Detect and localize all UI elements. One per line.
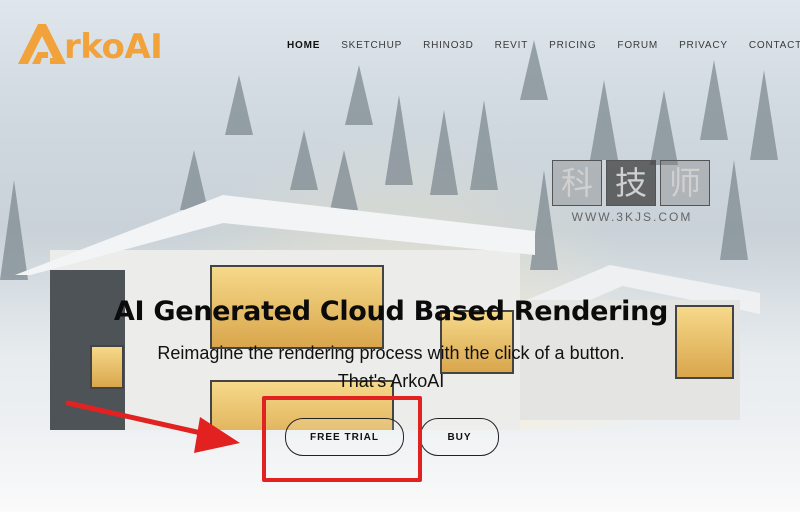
main-nav: HOME SKETCHUP RHINO3D REVIT PRICING FORU… [287,40,800,51]
nav-contact[interactable]: CONTACT [749,40,800,51]
watermark-char: 技 [606,160,656,206]
nav-revit[interactable]: REVIT [495,40,528,51]
tree [385,95,413,185]
watermark: 科 技 师 WWW.3KJS.COM [552,160,712,224]
logo-a-icon [18,22,66,64]
tree [0,180,28,280]
hero-subtitle: Reimagine the rendering process with the… [157,343,625,363]
watermark-char: 师 [660,160,710,206]
nav-forum[interactable]: FORUM [617,40,658,51]
logo[interactable]: rkoAI [18,22,163,67]
tree [700,60,728,140]
tree [430,110,458,195]
tree [720,160,748,260]
tree [650,90,678,165]
hero-tagline: That's ArkoAI [337,371,445,391]
nav-privacy[interactable]: PRIVACY [679,40,728,51]
tree [330,150,358,210]
nav-rhino3d[interactable]: RHINO3D [423,40,474,51]
hero-headline: AI Generated Cloud Based Rendering [113,296,669,327]
nav-sketchup[interactable]: SKETCHUP [341,40,402,51]
tree [590,80,618,160]
nav-pricing[interactable]: PRICING [549,40,596,51]
tree [345,65,373,125]
tree [470,100,498,190]
logo-text: rkoAI [64,27,163,67]
watermark-url: WWW.3KJS.COM [571,210,693,224]
tree [290,130,318,190]
tree [225,75,253,135]
nav-home[interactable]: HOME [287,40,320,51]
watermark-char: 科 [552,160,602,206]
tree [180,150,208,210]
annotation-arrow-icon [65,400,240,453]
tree [750,70,778,160]
annotation-highlight-box [262,396,422,482]
buy-button[interactable]: BUY [420,418,499,456]
